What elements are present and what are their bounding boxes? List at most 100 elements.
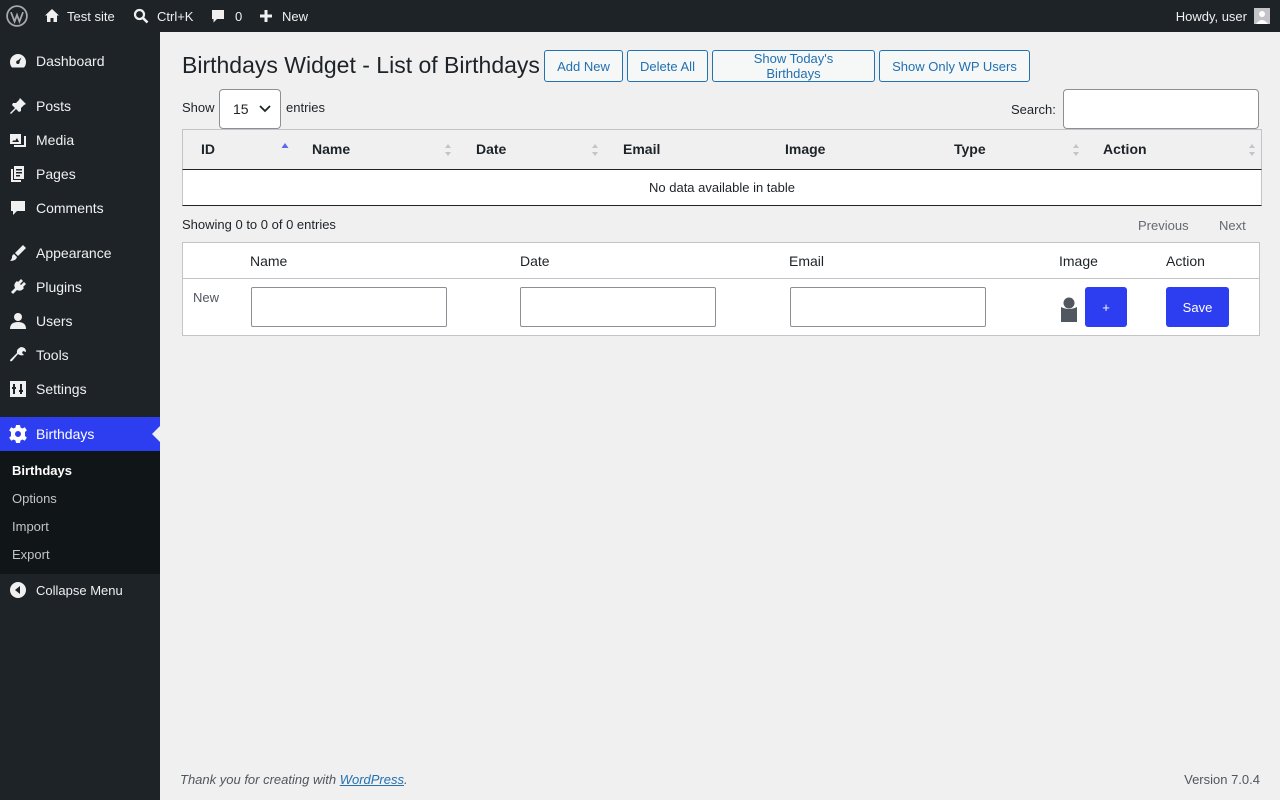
show-label: Show xyxy=(182,100,215,115)
add-new-button[interactable]: Add New xyxy=(544,50,623,82)
dashboard-icon xyxy=(8,51,28,71)
comment-icon xyxy=(210,8,226,24)
submenu-item-birthdays[interactable]: Birthdays xyxy=(12,463,72,478)
new-content-link[interactable]: New xyxy=(259,0,308,32)
search-icon xyxy=(133,8,149,24)
comment-icon xyxy=(8,198,28,218)
page-length-select[interactable]: 15 xyxy=(219,89,281,129)
footer-version: Version 7.0.4 xyxy=(1184,772,1260,787)
sidebar-item-label: Tools xyxy=(36,347,69,363)
wrench-icon xyxy=(8,345,28,365)
sort-icon xyxy=(444,142,452,158)
sidebar-item-media[interactable]: Media xyxy=(0,123,160,157)
wordpress-link[interactable]: WordPress xyxy=(340,772,404,787)
email-field[interactable] xyxy=(790,287,986,327)
current-menu-arrow xyxy=(152,426,160,442)
show-wp-users-button[interactable]: Show Only WP Users xyxy=(879,50,1030,82)
name-field[interactable] xyxy=(251,287,447,327)
new-form-header: Name Date Email Image Action xyxy=(183,243,1259,279)
brush-icon xyxy=(8,243,28,263)
wordpress-logo-icon[interactable] xyxy=(6,0,28,32)
sidebar-item-pages[interactable]: Pages xyxy=(0,157,160,191)
column-header-action[interactable]: Action xyxy=(1103,141,1147,157)
column-header-date[interactable]: Date xyxy=(476,141,506,157)
previous-page-button[interactable]: Previous xyxy=(1138,218,1189,233)
new-form-header-action: Action xyxy=(1166,253,1205,269)
birthdays-submenu: Birthdays Options Import Export xyxy=(0,451,160,574)
sidebar-item-settings[interactable]: Settings xyxy=(0,372,160,406)
new-form-header-image: Image xyxy=(1059,253,1098,269)
sort-icon xyxy=(1248,142,1256,158)
sidebar-item-label: Plugins xyxy=(36,279,82,295)
new-form-header-email: Email xyxy=(789,253,825,269)
search-label: Search: xyxy=(1011,102,1056,117)
footer-thanks: Thank you for creating with WordPress. xyxy=(180,772,408,787)
sidebar-item-label: Media xyxy=(36,132,75,148)
sidebar-item-comments[interactable]: Comments xyxy=(0,191,160,225)
submenu-item-import[interactable]: Import xyxy=(12,519,49,534)
sidebar-item-dashboard[interactable]: Dashboard xyxy=(0,44,160,78)
submenu-item-export[interactable]: Export xyxy=(12,547,50,562)
new-form-header-name: Name xyxy=(250,253,288,269)
site-name-link[interactable]: Test site xyxy=(44,0,115,32)
table-body: No data available in table xyxy=(182,170,1262,206)
sidebar-item-label: Appearance xyxy=(36,245,112,261)
sort-icon xyxy=(591,142,599,158)
sidebar-item-label: Pages xyxy=(36,166,76,182)
column-header-id[interactable]: ID xyxy=(201,141,215,157)
admin-bar: Test site Ctrl+K 0 New Howdy, user xyxy=(0,0,1280,32)
date-field[interactable] xyxy=(520,287,716,327)
sidebar-item-plugins[interactable]: Plugins xyxy=(0,270,160,304)
add-image-button[interactable]: + xyxy=(1085,287,1127,327)
save-button[interactable]: Save xyxy=(1166,287,1229,327)
column-header-image: Image xyxy=(785,141,826,157)
footer-thanks-suffix: . xyxy=(404,772,408,787)
column-header-name[interactable]: Name xyxy=(312,141,350,157)
new-label: New xyxy=(282,8,309,24)
comments-count: 0 xyxy=(235,8,243,24)
entries-label: entries xyxy=(286,100,326,115)
sidebar-item-posts[interactable]: Posts xyxy=(0,89,160,123)
sidebar-item-users[interactable]: Users xyxy=(0,304,160,338)
delete-all-button[interactable]: Delete All xyxy=(627,50,708,82)
footer-thanks-prefix: Thank you for creating with xyxy=(180,772,340,787)
sidebar-item-label: Dashboard xyxy=(36,53,105,69)
table-search-input[interactable] xyxy=(1063,89,1259,129)
sidebar-item-label: Posts xyxy=(36,98,72,114)
sidebar-item-label: Birthdays xyxy=(36,426,95,442)
home-icon xyxy=(44,8,60,24)
my-account[interactable]: Howdy, user xyxy=(1176,0,1270,32)
page-length-value: 15 xyxy=(233,101,249,117)
avatar xyxy=(1254,8,1270,24)
next-page-button[interactable]: Next xyxy=(1219,218,1246,233)
search-shortcut-label: Ctrl+K xyxy=(157,8,194,24)
column-header-type[interactable]: Type xyxy=(954,141,986,157)
table-header: ID Name Date Email Image Type Action xyxy=(182,129,1262,170)
pages-icon xyxy=(8,164,28,184)
howdy-text: Howdy, user xyxy=(1175,8,1247,24)
search-shortcut[interactable]: Ctrl+K xyxy=(133,0,193,32)
sort-icon xyxy=(1072,142,1080,158)
collapse-menu-button[interactable]: Collapse Menu xyxy=(0,573,160,607)
gear-icon xyxy=(8,424,28,444)
birthdays-table: ID Name Date Email Image Type Action No … xyxy=(182,129,1262,206)
new-form-header-date: Date xyxy=(520,253,550,269)
pin-icon xyxy=(8,96,28,116)
new-row-label: New xyxy=(193,290,220,305)
submenu-item-options[interactable]: Options xyxy=(12,491,57,506)
sidebar-item-label: Comments xyxy=(36,200,104,216)
sidebar-item-appearance[interactable]: Appearance xyxy=(0,236,160,270)
empty-table-message: No data available in table xyxy=(649,180,795,195)
user-icon xyxy=(8,311,28,331)
sidebar-item-label: Users xyxy=(36,313,73,329)
show-todays-birthdays-button[interactable]: Show Today's Birthdays xyxy=(712,50,875,82)
sidebar-item-tools[interactable]: Tools xyxy=(0,338,160,372)
media-icon xyxy=(8,130,28,150)
page-title: Birthdays Widget - List of Birthdays xyxy=(182,52,540,78)
site-name: Test site xyxy=(67,8,115,24)
sidebar-item-birthdays[interactable]: Birthdays xyxy=(0,417,160,451)
plugin-icon xyxy=(8,277,28,297)
settings-icon xyxy=(8,379,28,399)
table-info: Showing 0 to 0 of 0 entries xyxy=(182,217,336,232)
comments-link[interactable]: 0 xyxy=(210,0,242,32)
